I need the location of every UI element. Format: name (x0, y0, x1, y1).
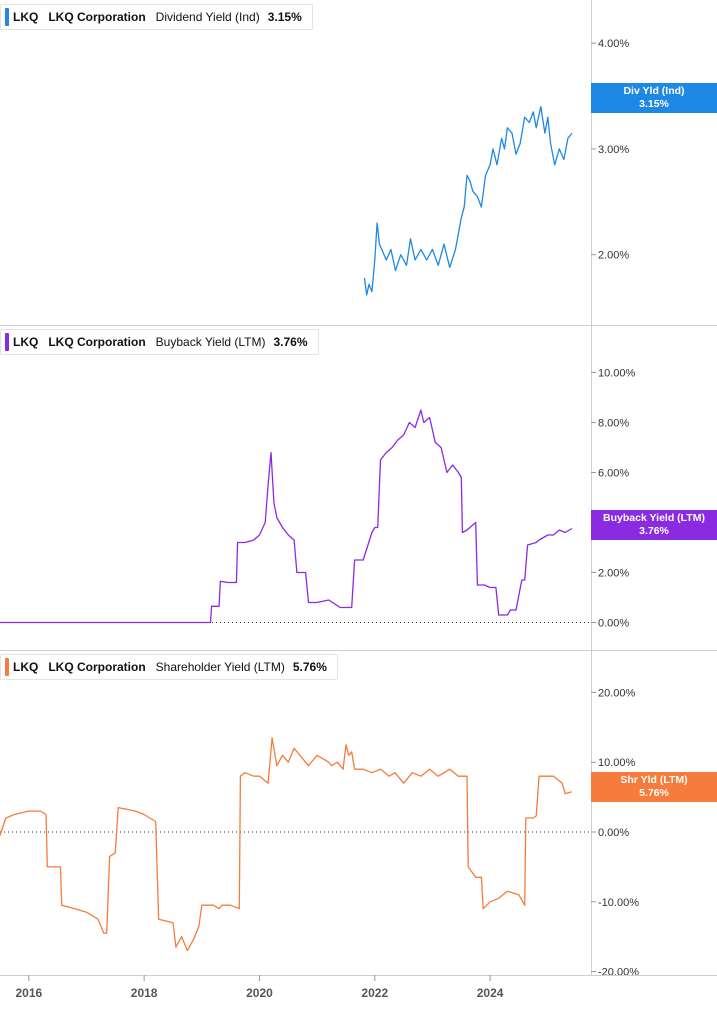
y-tick-label: -10.00% (598, 897, 639, 909)
badge-value: 3.15% (639, 98, 669, 110)
y-tick-label: 2.00% (598, 568, 629, 580)
badge-value: 3.76% (639, 525, 669, 537)
last-value-badge-buyback: Buyback Yield (LTM) 3.76% (591, 510, 717, 540)
series-line (363, 105, 573, 296)
x-tick-label: 2020 (246, 986, 273, 1000)
y-tick-label: 6.00% (598, 468, 629, 480)
legend-company: LKQ Corporation (48, 10, 146, 24)
y-tick-label: 10.00% (598, 368, 636, 380)
x-tick-label: 2018 (131, 986, 158, 1000)
y-tick-label: 0.00% (598, 827, 629, 839)
y-tick-label: 4.00% (598, 38, 629, 50)
badge-label: Div Yld (Ind) (623, 85, 685, 97)
series-color-swatch (5, 658, 9, 676)
badge-label: Shr Yld (LTM) (620, 774, 688, 786)
legend-value: 3.15% (267, 10, 302, 24)
last-value-badge-dividend: Div Yld (Ind) 3.15% (591, 83, 717, 113)
legend-ticker: LKQ (13, 10, 39, 24)
series-color-swatch (5, 8, 9, 26)
series-line (0, 737, 573, 952)
badge-value: 5.76% (639, 787, 669, 799)
chart-root: 2.00%3.00%4.00%0.00%2.00%4.00%6.00%8.00%… (0, 0, 717, 1005)
legend-value: 5.76% (292, 660, 327, 674)
x-tick-label: 2024 (477, 986, 504, 1000)
stacked-chart: 2.00%3.00%4.00%0.00%2.00%4.00%6.00%8.00%… (0, 0, 717, 1000)
legend-dividend-yield[interactable]: LKQ LKQ Corporation Dividend Yield (Ind)… (0, 4, 313, 30)
legend-metric: Dividend Yield (Ind) (155, 10, 260, 24)
legend-metric: Shareholder Yield (LTM) (155, 660, 285, 674)
x-tick-label: 2022 (361, 986, 388, 1000)
y-tick-label: 8.00% (598, 418, 629, 430)
legend-metric: Buyback Yield (LTM) (155, 335, 266, 349)
legend-ticker: LKQ (13, 660, 39, 674)
legend-ticker: LKQ (13, 335, 39, 349)
badge-label: Buyback Yield (LTM) (603, 512, 705, 524)
legend-shareholder-yield[interactable]: LKQ LKQ Corporation Shareholder Yield (L… (0, 654, 338, 680)
legend-buyback-yield[interactable]: LKQ LKQ Corporation Buyback Yield (LTM) … (0, 329, 319, 355)
x-tick-label: 2016 (15, 986, 42, 1000)
legend-value: 3.76% (273, 335, 308, 349)
y-tick-label: 20.00% (598, 687, 636, 699)
y-tick-label: 10.00% (598, 757, 636, 769)
y-tick-label: 0.00% (598, 618, 629, 630)
legend-company: LKQ Corporation (48, 660, 146, 674)
last-value-badge-shareholder: Shr Yld (LTM) 5.76% (591, 772, 717, 802)
series-line (0, 409, 573, 624)
legend-company: LKQ Corporation (48, 335, 146, 349)
y-tick-label: -20.00% (598, 967, 639, 979)
series-color-swatch (5, 333, 9, 351)
y-tick-label: 2.00% (598, 250, 629, 262)
y-tick-label: 3.00% (598, 144, 629, 156)
